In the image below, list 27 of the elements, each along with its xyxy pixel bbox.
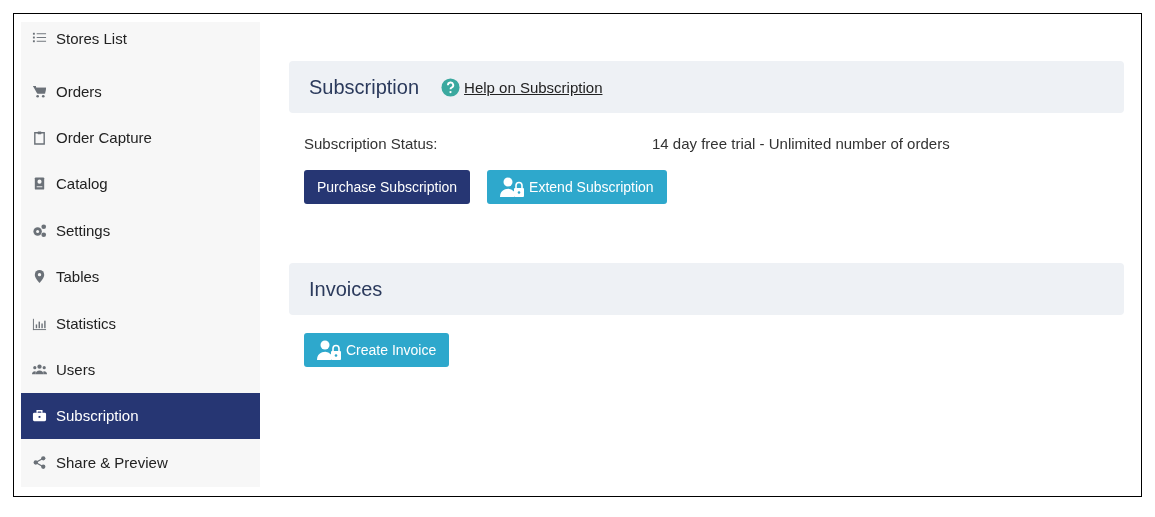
help-icon bbox=[441, 77, 461, 97]
nav-icon bbox=[32, 454, 47, 470]
sidebar-item[interactable]: Share & Preview bbox=[21, 439, 260, 486]
status-value: 14 day free trial - Unlimited number of orders bbox=[652, 135, 950, 152]
nav-icon bbox=[32, 269, 47, 285]
sidebar-item[interactable]: Orders bbox=[21, 68, 260, 115]
user-lock-icon bbox=[500, 177, 527, 197]
sidebar-item[interactable]: Statistics bbox=[21, 299, 260, 347]
status-label: Subscription Status: bbox=[304, 135, 439, 152]
sidebar-item[interactable]: Stores List bbox=[21, 22, 260, 56]
nav-icon bbox=[32, 408, 47, 424]
user-lock-icon bbox=[317, 340, 343, 360]
nav-icon bbox=[32, 83, 47, 99]
nav-icon bbox=[32, 130, 47, 146]
sidebar-item[interactable]: Tables bbox=[21, 253, 260, 300]
sidebar-item[interactable]: Users bbox=[21, 346, 260, 393]
sidebar-item[interactable]: Settings bbox=[21, 207, 260, 254]
nav-icon bbox=[32, 176, 47, 192]
purchase-button[interactable]: Purchase Subscription bbox=[304, 170, 471, 204]
sidebar-item[interactable]: Order Capture bbox=[21, 114, 260, 161]
help-link[interactable]: Help on Subscription bbox=[464, 78, 603, 96]
section-title: Invoices bbox=[309, 277, 383, 301]
nav-icon bbox=[32, 222, 47, 238]
nav-icon bbox=[32, 30, 47, 45]
sidebar-item[interactable]: Subscription bbox=[21, 392, 260, 440]
sidebar-item[interactable]: Catalog bbox=[21, 160, 260, 208]
section-title: Subscription bbox=[309, 75, 420, 99]
